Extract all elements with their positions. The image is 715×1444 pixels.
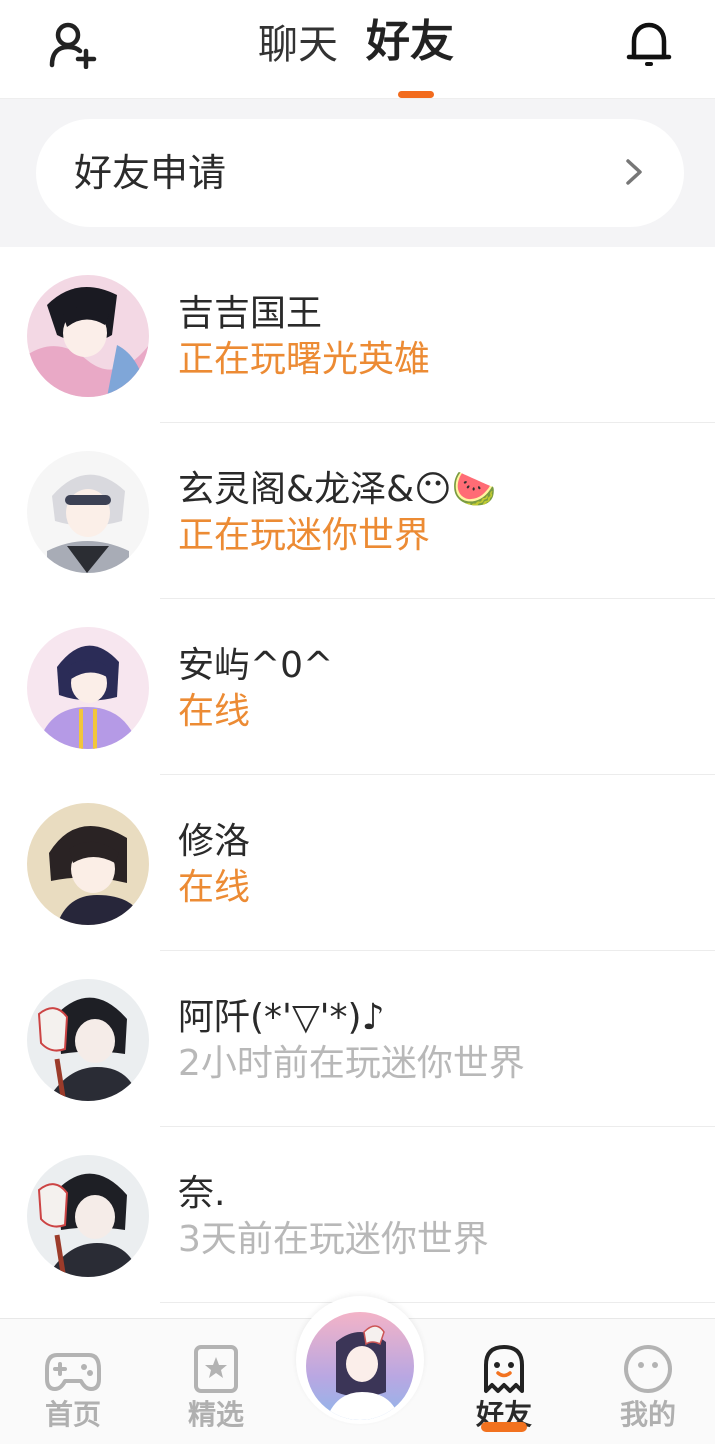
friend-status: 3天前在玩迷你世界 bbox=[178, 1219, 489, 1260]
tab-friends[interactable]: 好友 bbox=[366, 15, 454, 69]
friend-name: 吉吉国王 bbox=[178, 293, 323, 334]
bell-icon[interactable] bbox=[620, 16, 678, 72]
gamepad-icon bbox=[45, 1353, 101, 1391]
center-avatar-button[interactable] bbox=[306, 1312, 414, 1420]
friend-row[interactable]: 吉吉国王 正在玩曙光英雄 bbox=[0, 247, 715, 423]
nav-item-featured[interactable]: 精选 bbox=[161, 1319, 271, 1444]
nav-item-home[interactable]: 首页 bbox=[18, 1319, 128, 1444]
nav-item-me[interactable]: 我的 bbox=[593, 1319, 703, 1444]
row-divider bbox=[160, 1302, 715, 1303]
chevron-right-icon bbox=[626, 159, 642, 185]
friend-avatar bbox=[27, 627, 149, 749]
friend-row[interactable]: 安屿^0^ 在线 bbox=[0, 599, 715, 775]
friend-status: 正在玩迷你世界 bbox=[178, 515, 431, 556]
friend-row[interactable]: 修洛 在线 bbox=[0, 775, 715, 951]
nav-label: 首页 bbox=[44, 1398, 101, 1431]
nav-label: 我的 bbox=[619, 1398, 676, 1431]
friend-status: 2小时前在玩迷你世界 bbox=[178, 1043, 525, 1084]
active-tab-indicator bbox=[398, 91, 434, 98]
friend-avatar bbox=[27, 1155, 149, 1277]
friend-avatar bbox=[27, 275, 149, 397]
friend-avatar bbox=[27, 803, 149, 925]
friend-name: 安屿^0^ bbox=[178, 645, 334, 686]
friend-name: 玄灵阁&龙泽&😶🍉 bbox=[178, 469, 497, 510]
friend-requests-label: 好友申请 bbox=[74, 151, 227, 195]
top-bar: 聊天 好友 bbox=[0, 0, 715, 99]
friend-name: 阿阡(*'▽'*)♪ bbox=[178, 997, 385, 1038]
friend-avatar bbox=[27, 451, 149, 573]
active-nav-indicator bbox=[481, 1422, 527, 1432]
header-tabs: 聊天 好友 bbox=[0, 0, 715, 99]
friend-requests-button[interactable]: 好友申请 bbox=[36, 119, 684, 227]
tab-chat[interactable]: 聊天 bbox=[258, 18, 338, 72]
friend-row[interactable]: 玄灵阁&龙泽&😶🍉 正在玩迷你世界 bbox=[0, 423, 715, 599]
friend-avatar bbox=[27, 979, 149, 1101]
friend-status: 在线 bbox=[178, 691, 251, 732]
nav-label: 精选 bbox=[187, 1398, 244, 1431]
ghost-icon bbox=[484, 1345, 524, 1393]
friend-name: 奈. bbox=[178, 1173, 226, 1214]
friend-row[interactable]: 阿阡(*'▽'*)♪ 2小时前在玩迷你世界 bbox=[0, 951, 715, 1127]
friend-status: 正在玩曙光英雄 bbox=[178, 339, 431, 380]
friend-row[interactable]: 奈. 3天前在玩迷你世界 bbox=[0, 1127, 715, 1303]
star-card-icon bbox=[194, 1345, 238, 1393]
friend-requests-section: 好友申请 bbox=[0, 99, 715, 247]
friend-name: 修洛 bbox=[178, 821, 251, 862]
friend-status: 在线 bbox=[178, 867, 251, 908]
smiley-icon bbox=[624, 1345, 672, 1393]
